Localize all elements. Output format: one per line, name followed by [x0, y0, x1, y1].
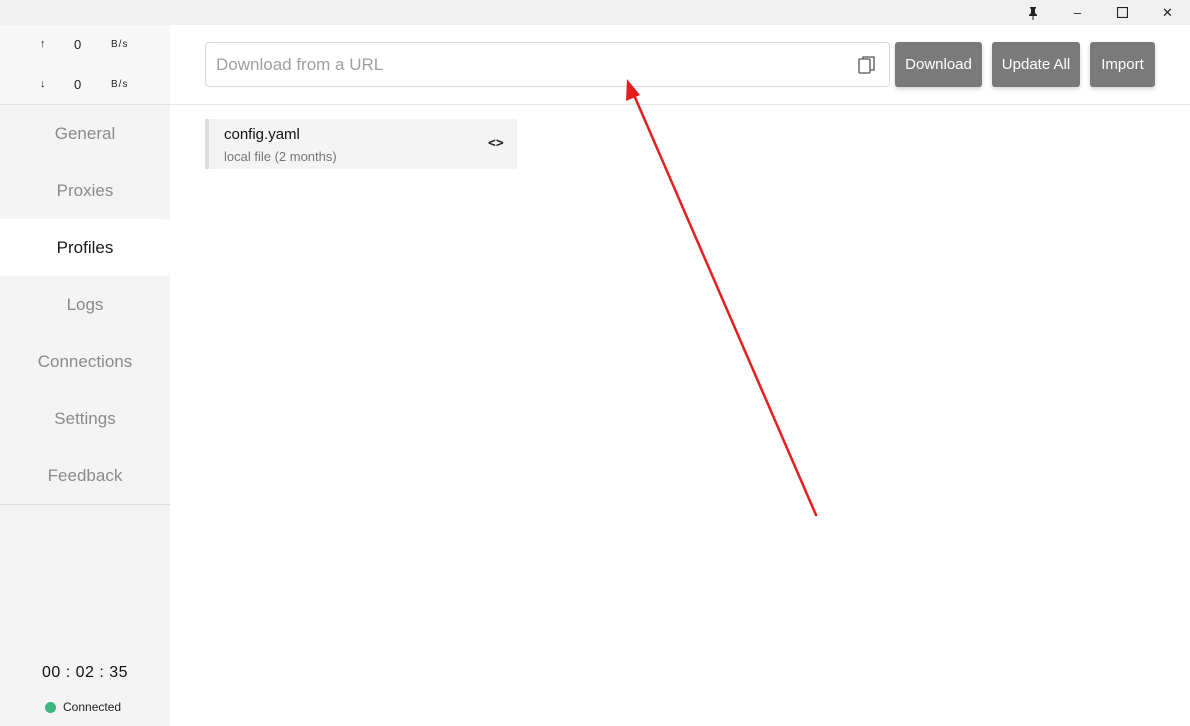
- code-icon[interactable]: <>: [488, 136, 504, 151]
- download-speed: ↓ 0 B/s: [0, 76, 170, 96]
- close-button[interactable]: ✕: [1145, 0, 1190, 25]
- annotation-arrow: [626, 79, 818, 517]
- title-bar: – ✕: [0, 0, 1190, 25]
- sidebar-item-settings[interactable]: Settings: [0, 390, 170, 447]
- status-label: Connected: [63, 700, 122, 714]
- download-arrow-icon: ↓: [40, 78, 46, 90]
- sidebar-item-general[interactable]: General: [0, 105, 170, 162]
- status-dot-icon: [45, 701, 56, 713]
- profile-subtitle: local file (2 months): [224, 149, 337, 164]
- upload-arrow-icon: ↑: [40, 38, 46, 50]
- uptime-clock: 00 : 02 : 35: [41, 664, 129, 681]
- pin-icon[interactable]: [1010, 0, 1055, 25]
- sidebar-divider: [0, 504, 170, 505]
- upload-speed: ↑ 0 B/s: [0, 36, 170, 56]
- import-button[interactable]: Import: [1090, 42, 1155, 87]
- download-button[interactable]: Download: [895, 42, 982, 87]
- connection-status: Connected: [45, 699, 121, 715]
- download-value: 0: [74, 77, 82, 92]
- sidebar-item-connections[interactable]: Connections: [0, 333, 170, 390]
- minimize-button[interactable]: –: [1055, 0, 1100, 25]
- sidebar-item-profiles[interactable]: Profiles: [0, 219, 170, 276]
- profile-card-indicator: [205, 119, 209, 169]
- profile-card[interactable]: config.yaml local file (2 months) <>: [205, 119, 517, 169]
- sidebar: ↑ 0 B/s ↓ 0 B/s General Proxies Profiles…: [0, 25, 170, 726]
- download-unit: B/s: [111, 79, 129, 90]
- sidebar-item-logs[interactable]: Logs: [0, 276, 170, 333]
- traffic-panel: ↑ 0 B/s ↓ 0 B/s: [0, 25, 170, 105]
- upload-unit: B/s: [111, 39, 129, 50]
- paste-icon[interactable]: [858, 55, 876, 75]
- profiles-toolbar: Download Update All Import: [170, 25, 1190, 105]
- profile-name: config.yaml: [224, 126, 300, 143]
- upload-value: 0: [74, 37, 82, 52]
- url-field: [205, 42, 890, 87]
- url-input[interactable]: [216, 43, 846, 86]
- update-all-button[interactable]: Update All: [992, 42, 1080, 87]
- maximize-button[interactable]: [1100, 0, 1145, 25]
- sidebar-item-feedback[interactable]: Feedback: [0, 447, 170, 504]
- sidebar-item-proxies[interactable]: Proxies: [0, 162, 170, 219]
